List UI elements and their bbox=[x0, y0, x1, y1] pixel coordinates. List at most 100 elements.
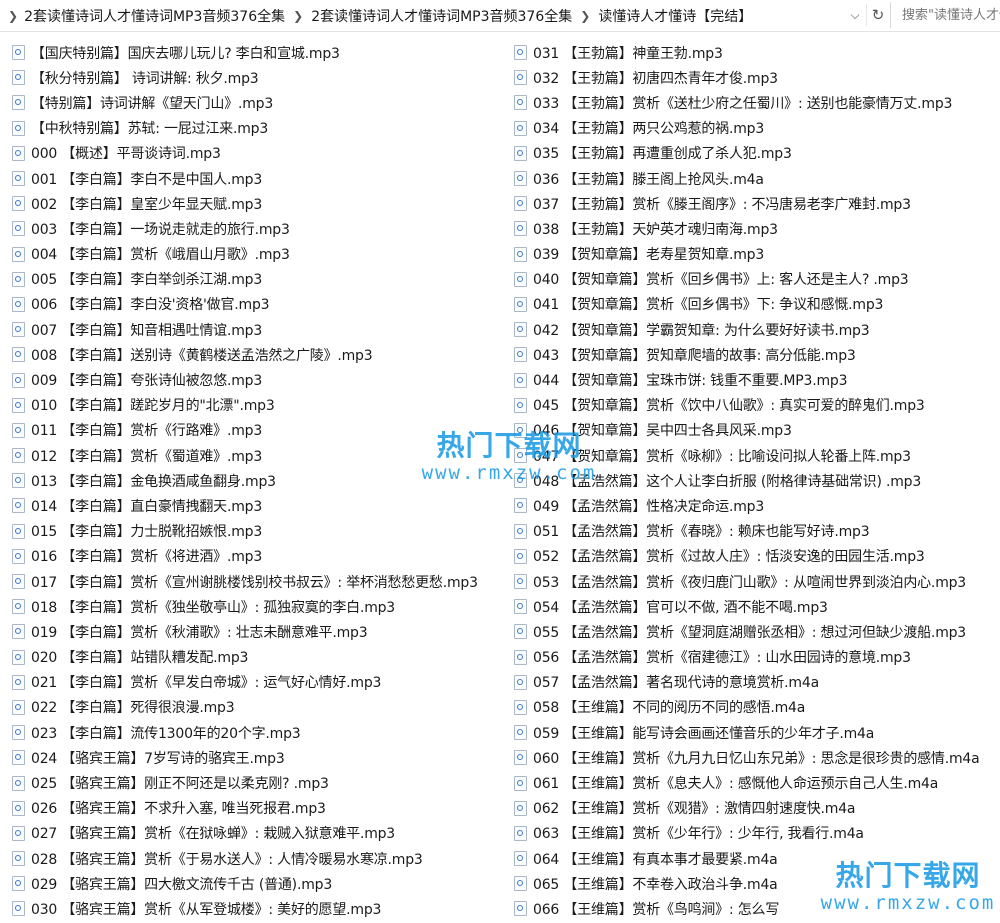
file-item[interactable]: 037 【王勃篇】赏析《滕王阁序》: 不冯唐易老李广难封.mp3 bbox=[514, 191, 1000, 216]
file-item[interactable]: 【秋分特别篇】 诗词讲解: 秋夕.mp3 bbox=[12, 65, 507, 90]
file-item[interactable]: 021 【李白篇】赏析《早发白帝城》: 运气好心情好.mp3 bbox=[12, 670, 507, 695]
file-item[interactable]: 054 【孟浩然篇】官可以不做, 酒不能不喝.mp3 bbox=[514, 594, 1000, 619]
file-item[interactable]: 005 【李白篇】李白举剑杀江湖.mp3 bbox=[12, 267, 507, 292]
file-name: 027 【骆宾王篇】赏析《在狱咏蝉》: 栽贼入狱意难平.mp3 bbox=[31, 826, 396, 843]
file-item[interactable]: 048 【孟浩然篇】这个人让李白折服 (附格律诗基础常识) .mp3 bbox=[514, 468, 1000, 493]
address-history-dropdown-icon[interactable]: ⌵ bbox=[845, 4, 865, 26]
audio-file-icon bbox=[12, 372, 25, 388]
breadcrumb-item-sub[interactable]: 2套读懂诗词人才懂诗词MP3音频376全集 bbox=[311, 6, 572, 26]
file-item[interactable]: 000 【概述】平哥谈诗词.mp3 bbox=[12, 141, 507, 166]
file-item[interactable]: 001 【李白篇】李白不是中国人.mp3 bbox=[12, 166, 507, 191]
search-input[interactable] bbox=[900, 6, 1000, 24]
file-name: 035 【王勃篇】再遭重创成了杀人犯.mp3 bbox=[533, 146, 792, 163]
file-item[interactable]: 059 【王维篇】能写诗会画画还懂音乐的少年才子.m4a bbox=[514, 720, 1000, 745]
breadcrumb-separator-icon[interactable]: ❯ bbox=[285, 9, 311, 23]
file-item[interactable]: 038 【王勃篇】天妒英才魂归南海.mp3 bbox=[514, 216, 1000, 241]
file-item[interactable]: 014 【李白篇】直白豪情拽翻天.mp3 bbox=[12, 493, 507, 518]
audio-file-icon bbox=[12, 599, 25, 615]
file-item[interactable]: 046 【贺知章篇】吴中四士各具风采.mp3 bbox=[514, 418, 1000, 443]
file-item[interactable]: 056 【孟浩然篇】赏析《宿建德江》: 山水田园诗的意境.mp3 bbox=[514, 645, 1000, 670]
file-item[interactable]: 008 【李白篇】送别诗《黄鹤楼送孟浩然之广陵》.mp3 bbox=[12, 342, 507, 367]
file-item[interactable]: 004 【李白篇】赏析《峨眉山月歌》.mp3 bbox=[12, 242, 507, 267]
file-item[interactable]: 058 【王维篇】不同的阅历不同的感悟.m4a bbox=[514, 695, 1000, 720]
file-item[interactable]: 036 【王勃篇】滕王阁上抢风头.m4a bbox=[514, 166, 1000, 191]
file-item[interactable]: 018 【李白篇】赏析《独坐敬亭山》: 孤独寂寞的李白.mp3 bbox=[12, 594, 507, 619]
file-item[interactable]: 007 【李白篇】知音相遇吐情谊.mp3 bbox=[12, 317, 507, 342]
file-name: 006 【李白篇】李白没'资格'做官.mp3 bbox=[31, 297, 270, 314]
search-box[interactable] bbox=[890, 2, 1000, 28]
file-item[interactable]: 032 【王勃篇】初唐四杰青年才俊.mp3 bbox=[514, 65, 1000, 90]
file-item[interactable]: 【国庆特别篇】国庆去哪儿玩儿? 李白和宣城.mp3 bbox=[12, 40, 507, 65]
refresh-icon[interactable]: ↻ bbox=[866, 4, 889, 26]
file-item[interactable]: 024 【骆宾王篇】7岁写诗的骆宾王.mp3 bbox=[12, 745, 507, 770]
file-item[interactable]: 034 【王勃篇】两只公鸡惹的祸.mp3 bbox=[514, 116, 1000, 141]
file-item[interactable]: 027 【骆宾王篇】赏析《在狱咏蝉》: 栽贼入狱意难平.mp3 bbox=[12, 821, 507, 846]
file-name: 023 【李白篇】流传1300年的20个字.mp3 bbox=[31, 725, 301, 742]
file-item[interactable]: 010 【李白篇】蹉跎岁月的"北漂".mp3 bbox=[12, 393, 507, 418]
file-item[interactable]: 028 【骆宾王篇】赏析《于易水送人》: 人情冷暖易水寒凉.mp3 bbox=[12, 846, 507, 871]
file-item[interactable]: 061 【王维篇】赏析《息夫人》: 感慨他人命运预示自己人生.m4a bbox=[514, 770, 1000, 795]
breadcrumb-separator-icon[interactable]: ❯ bbox=[572, 9, 598, 23]
file-item[interactable]: 030 【骆宾王篇】赏析《从军登城楼》: 美好的愿望.mp3 bbox=[12, 896, 507, 921]
address-bar[interactable]: ❯ 2套读懂诗词人才懂诗词MP3音频376全集 ❯ 2套读懂诗词人才懂诗词MP3… bbox=[0, 0, 1000, 32]
audio-file-icon bbox=[12, 246, 25, 262]
file-item[interactable]: 006 【李白篇】李白没'资格'做官.mp3 bbox=[12, 292, 507, 317]
file-item[interactable]: 053 【孟浩然篇】赏析《夜归鹿门山歌》: 从喧闹世界到淡泊内心.mp3 bbox=[514, 569, 1000, 594]
file-item[interactable]: 016 【李白篇】赏析《将进酒》.mp3 bbox=[12, 544, 507, 569]
file-item[interactable]: 062 【王维篇】赏析《观猎》: 激情四射速度快.m4a bbox=[514, 796, 1000, 821]
file-item[interactable]: 017 【李白篇】赏析《宣州谢朓楼饯别校书叔云》: 举杯消愁愁更愁.mp3 bbox=[12, 569, 507, 594]
file-item[interactable]: 055 【孟浩然篇】赏析《望洞庭湖赠张丞相》: 想过河但缺少渡船.mp3 bbox=[514, 619, 1000, 644]
file-item[interactable]: 039 【贺知章篇】老寿星贺知章.mp3 bbox=[514, 242, 1000, 267]
audio-file-icon bbox=[514, 876, 527, 892]
file-item[interactable]: 013 【李白篇】金龟换酒咸鱼翻身.mp3 bbox=[12, 468, 507, 493]
file-name: 062 【王维篇】赏析《观猎》: 激情四射速度快.m4a bbox=[533, 801, 856, 818]
breadcrumb[interactable]: ❯ 2套读懂诗词人才懂诗词MP3音频376全集 ❯ 2套读懂诗词人才懂诗词MP3… bbox=[0, 0, 842, 31]
file-name: 005 【李白篇】李白举剑杀江湖.mp3 bbox=[31, 272, 263, 289]
file-item[interactable]: 002 【李白篇】皇室少年显天赋.mp3 bbox=[12, 191, 507, 216]
file-item[interactable]: 047 【贺知章篇】赏析《咏柳》: 比喻设问拟人轮番上阵.mp3 bbox=[514, 443, 1000, 468]
file-item[interactable]: 009 【李白篇】夸张诗仙被忽悠.mp3 bbox=[12, 367, 507, 392]
file-item[interactable]: 044 【贺知章篇】宝珠市饼: 钱重不重要.MP3.mp3 bbox=[514, 367, 1000, 392]
file-item[interactable]: 035 【王勃篇】再遭重创成了杀人犯.mp3 bbox=[514, 141, 1000, 166]
file-item[interactable]: 051 【孟浩然篇】赏析《春晓》: 赖床也能写好诗.mp3 bbox=[514, 519, 1000, 544]
file-item[interactable]: 【中秋特别篇】苏轼: 一屁过江来.mp3 bbox=[12, 116, 507, 141]
file-item[interactable]: 049 【孟浩然篇】性格决定命运.mp3 bbox=[514, 493, 1000, 518]
file-item[interactable]: 003 【李白篇】一场说走就走的旅行.mp3 bbox=[12, 216, 507, 241]
file-item[interactable]: 【特别篇】诗词讲解《望天门山》.mp3 bbox=[12, 90, 507, 115]
audio-file-icon bbox=[12, 296, 25, 312]
audio-file-icon bbox=[514, 649, 527, 665]
file-item[interactable]: 019 【李白篇】赏析《秋浦歌》: 壮志未酬意难平.mp3 bbox=[12, 619, 507, 644]
file-item[interactable]: 064 【王维篇】有真本事才最要紧.m4a bbox=[514, 846, 1000, 871]
file-item[interactable]: 026 【骆宾王篇】不求升入塞, 唯当死报君.mp3 bbox=[12, 796, 507, 821]
file-item[interactable]: 065 【王维篇】不幸卷入政治斗争.m4a bbox=[514, 871, 1000, 896]
file-item[interactable]: 043 【贺知章篇】贺知章爬墙的故事: 高分低能.mp3 bbox=[514, 342, 1000, 367]
file-name: 038 【王勃篇】天妒英才魂归南海.mp3 bbox=[533, 221, 778, 238]
file-item[interactable]: 060 【王维篇】赏析《九月九日忆山东兄弟》: 思念是很珍贵的感情.m4a bbox=[514, 745, 1000, 770]
breadcrumb-item-current[interactable]: 读懂诗人才懂诗【完结】 bbox=[598, 6, 752, 26]
file-item[interactable]: 015 【李白篇】力士脱靴招嫉恨.mp3 bbox=[12, 519, 507, 544]
file-item[interactable]: 052 【孟浩然篇】赏析《过故人庄》: 恬淡安逸的田园生活.mp3 bbox=[514, 544, 1000, 569]
file-item[interactable]: 042 【贺知章篇】学霸贺知章: 为什么要好好读书.mp3 bbox=[514, 317, 1000, 342]
file-item[interactable]: 057 【孟浩然篇】著名现代诗的意境赏析.m4a bbox=[514, 670, 1000, 695]
audio-file-icon bbox=[12, 422, 25, 438]
file-name: 040 【贺知章篇】赏析《回乡偶书》上: 客人还是主人? .mp3 bbox=[533, 272, 909, 289]
file-item[interactable]: 029 【骆宾王篇】四大檄文流传千古 (普通).mp3 bbox=[12, 871, 507, 896]
file-item[interactable]: 012 【李白篇】赏析《蜀道难》.mp3 bbox=[12, 443, 507, 468]
audio-file-icon bbox=[12, 498, 25, 514]
file-item[interactable]: 022 【李白篇】死得很浪漫.mp3 bbox=[12, 695, 507, 720]
file-item[interactable]: 041 【贺知章篇】赏析《回乡偶书》下: 争议和感慨.mp3 bbox=[514, 292, 1000, 317]
file-name: 046 【贺知章篇】吴中四士各具风采.mp3 bbox=[533, 423, 792, 440]
file-item[interactable]: 031 【王勃篇】神童王勃.mp3 bbox=[514, 40, 1000, 65]
file-item[interactable]: 063 【王维篇】赏析《少年行》: 少年行, 我看行.m4a bbox=[514, 821, 1000, 846]
file-item[interactable]: 020 【李白篇】站错队糟发配.mp3 bbox=[12, 645, 507, 670]
file-item[interactable]: 023 【李白篇】流传1300年的20个字.mp3 bbox=[12, 720, 507, 745]
file-item[interactable]: 045 【贺知章篇】赏析《饮中八仙歌》: 真实可爱的醉鬼们.mp3 bbox=[514, 393, 1000, 418]
file-item[interactable]: 033 【王勃篇】赏析《送杜少府之任蜀川》: 送别也能豪情万丈.mp3 bbox=[514, 90, 1000, 115]
breadcrumb-chevron-icon[interactable]: ❯ bbox=[6, 9, 24, 23]
file-name: 【特别篇】诗词讲解《望天门山》.mp3 bbox=[31, 95, 274, 112]
file-item[interactable]: 040 【贺知章篇】赏析《回乡偶书》上: 客人还是主人? .mp3 bbox=[514, 267, 1000, 292]
file-item[interactable]: 066 【王维篇】赏析《鸟鸣涧》: 怎么写 bbox=[514, 896, 1000, 921]
file-item[interactable]: 025 【骆宾王篇】刚正不阿还是以柔克刚? .mp3 bbox=[12, 770, 507, 795]
file-item[interactable]: 011 【李白篇】赏析《行路难》.mp3 bbox=[12, 418, 507, 443]
breadcrumb-item-root[interactable]: 2套读懂诗词人才懂诗词MP3音频376全集 bbox=[24, 6, 285, 26]
